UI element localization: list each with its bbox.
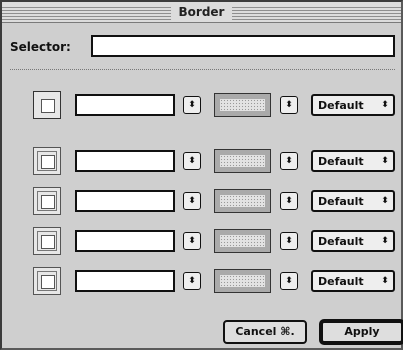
style-select-value: Default [318, 99, 364, 112]
select-arrow-icon: ⬍ [381, 196, 389, 206]
border-all-style-select[interactable]: Default ⬍ [311, 94, 395, 116]
border-row-bottom: ⬍ ⬍ Default ⬍ [2, 227, 401, 255]
style-select-value: Default [318, 155, 364, 168]
border-bottom-color-well[interactable] [214, 229, 271, 253]
box-icon [41, 195, 55, 209]
title-bar[interactable]: Border [2, 2, 401, 23]
border-right-color-well[interactable] [214, 189, 271, 213]
border-right-color-stepper[interactable]: ⬍ [280, 192, 298, 210]
border-right-width-field[interactable] [75, 190, 175, 212]
border-bottom-swatch[interactable] [33, 227, 61, 255]
apply-button[interactable]: Apply [320, 320, 403, 344]
border-row-left: ⬍ ⬍ Default ⬍ [2, 267, 401, 295]
border-right-style-select[interactable]: Default ⬍ [311, 190, 395, 212]
window-title: Border [170, 3, 233, 21]
border-top-color-well[interactable] [214, 149, 271, 173]
border-left-color-well[interactable] [214, 269, 271, 293]
select-arrow-icon: ⬍ [381, 100, 389, 110]
border-all-width-stepper[interactable]: ⬍ [183, 96, 201, 114]
border-all-color-stepper[interactable]: ⬍ [280, 96, 298, 114]
border-dialog: Border Selector: ⬍ ⬍ Default ⬍ ⬍ ⬍ Defau… [0, 0, 403, 350]
style-select-value: Default [318, 195, 364, 208]
border-top-width-field[interactable] [75, 150, 175, 172]
border-bottom-width-stepper[interactable]: ⬍ [183, 232, 201, 250]
border-left-width-field[interactable] [75, 270, 175, 292]
select-arrow-icon: ⬍ [381, 236, 389, 246]
border-right-width-stepper[interactable]: ⬍ [183, 192, 201, 210]
style-select-value: Default [318, 235, 364, 248]
border-bottom-width-field[interactable] [75, 230, 175, 252]
select-arrow-icon: ⬍ [381, 156, 389, 166]
border-row-all: ⬍ ⬍ Default ⬍ [2, 91, 401, 119]
border-right-swatch[interactable] [33, 187, 61, 215]
border-bottom-color-stepper[interactable]: ⬍ [280, 232, 298, 250]
border-left-swatch[interactable] [33, 267, 61, 295]
border-top-color-stepper[interactable]: ⬍ [280, 152, 298, 170]
style-select-value: Default [318, 275, 364, 288]
border-left-color-stepper[interactable]: ⬍ [280, 272, 298, 290]
box-icon [41, 275, 55, 289]
border-left-style-select[interactable]: Default ⬍ [311, 270, 395, 292]
border-all-width-field[interactable] [75, 94, 175, 116]
box-icon [41, 99, 55, 113]
border-row-top: ⬍ ⬍ Default ⬍ [2, 147, 401, 175]
border-all-swatch[interactable] [33, 91, 61, 119]
select-arrow-icon: ⬍ [381, 276, 389, 286]
selector-input[interactable] [91, 35, 395, 57]
border-all-color-well[interactable] [214, 93, 271, 117]
pattern-swatch [220, 99, 265, 111]
border-left-width-stepper[interactable]: ⬍ [183, 272, 201, 290]
selector-label: Selector: [10, 40, 71, 54]
pattern-swatch [220, 195, 265, 207]
pattern-swatch [220, 155, 265, 167]
border-top-width-stepper[interactable]: ⬍ [183, 152, 201, 170]
border-top-style-select[interactable]: Default ⬍ [311, 150, 395, 172]
divider [10, 69, 395, 70]
cancel-button[interactable]: Cancel ⌘. [223, 320, 307, 344]
box-icon [41, 155, 55, 169]
border-top-swatch[interactable] [33, 147, 61, 175]
box-icon [41, 235, 55, 249]
pattern-swatch [220, 235, 265, 247]
border-row-right: ⬍ ⬍ Default ⬍ [2, 187, 401, 215]
border-bottom-style-select[interactable]: Default ⬍ [311, 230, 395, 252]
pattern-swatch [220, 275, 265, 287]
